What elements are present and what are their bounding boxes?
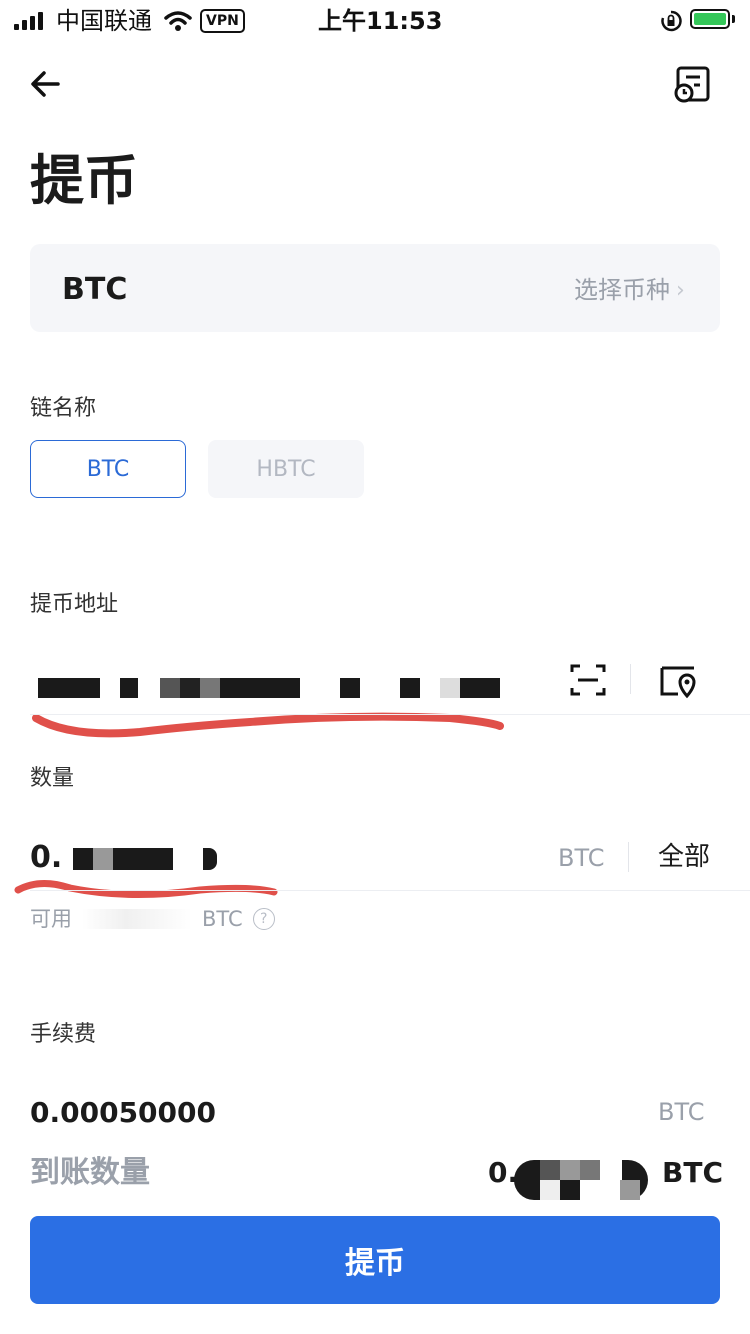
- received-value-masked: [514, 1160, 648, 1200]
- fee-label: 手续费: [30, 1022, 97, 1047]
- records-clock-icon: [674, 66, 710, 103]
- signal-icon: [14, 12, 43, 30]
- amount-input[interactable]: 0.: [30, 838, 218, 878]
- red-annotation-underline: [32, 712, 504, 738]
- status-bar: 中国联通 VPN 上午11:53: [0, 0, 750, 44]
- battery-tip: [732, 15, 735, 23]
- withdraw-records-button[interactable]: [670, 62, 714, 106]
- amount-label: 数量: [30, 766, 75, 791]
- amount-unit: BTC: [558, 844, 605, 872]
- scan-button[interactable]: [566, 660, 610, 700]
- available-prefix: 可用: [30, 907, 72, 931]
- available-balance: 可用 BTC ?: [30, 904, 275, 934]
- divider: [630, 664, 631, 694]
- received-unit: BTC: [662, 1156, 723, 1189]
- fee-value: 0.00050000: [30, 1096, 216, 1129]
- address-underline: [30, 714, 750, 715]
- selected-coin: BTC: [62, 272, 128, 307]
- all-amount-button[interactable]: 全部: [658, 840, 710, 874]
- battery-icon: [690, 9, 730, 29]
- page-title: 提币: [30, 149, 138, 212]
- address-book-button[interactable]: [656, 660, 700, 700]
- wifi-icon: [164, 10, 192, 36]
- received-label: 到账数量: [30, 1155, 150, 1190]
- available-unit: BTC: [202, 907, 243, 931]
- amount-underline: [30, 890, 750, 891]
- help-icon[interactable]: ?: [252, 908, 275, 930]
- address-book-icon: [660, 666, 696, 699]
- address-label: 提币地址: [30, 592, 119, 617]
- chain-option-btc[interactable]: BTC: [30, 440, 186, 498]
- chevron-right-icon: ›: [676, 278, 685, 303]
- chain-option-hbtc[interactable]: HBTC: [208, 440, 364, 498]
- scan-icon: [570, 664, 606, 696]
- back-button[interactable]: [28, 64, 68, 104]
- carrier-name: 中国联通: [56, 7, 152, 35]
- amount-value-prefix: 0.: [30, 840, 63, 875]
- vpn-badge: VPN: [200, 9, 245, 33]
- arrow-left-icon: [31, 71, 60, 97]
- address-input[interactable]: [38, 678, 508, 702]
- rotation-lock-icon: [660, 10, 682, 36]
- select-coin-label[interactable]: 选择币种: [574, 274, 670, 306]
- divider: [628, 842, 629, 872]
- chain-label: 链名称: [30, 396, 97, 421]
- status-time: 上午11:53: [318, 7, 443, 35]
- withdraw-submit-button[interactable]: 提币: [30, 1216, 720, 1304]
- fee-unit: BTC: [658, 1098, 705, 1126]
